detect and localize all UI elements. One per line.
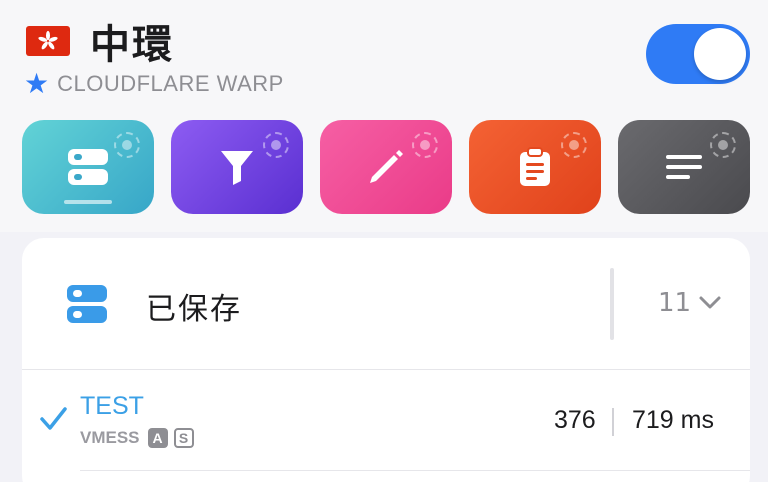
tile-edit[interactable] — [320, 120, 452, 214]
badge-s: S — [173, 428, 194, 448]
row-divider — [80, 470, 750, 471]
tile-filter[interactable] — [171, 120, 303, 214]
server-latency-ms: 719 ms — [632, 406, 714, 434]
pencil-icon — [370, 150, 403, 183]
page-title: 中環 — [90, 22, 174, 68]
tile-text[interactable] — [618, 120, 750, 214]
server-protocol: VMESS — [80, 428, 140, 447]
group-title: 已保存 — [146, 292, 242, 327]
server-row[interactable]: TEST VMESS A S 376 719 ms — [22, 370, 750, 471]
latency-separator — [612, 408, 614, 436]
tile-status-indicator — [412, 132, 438, 158]
chevron-down-icon[interactable] — [698, 294, 722, 312]
title-row: 中環 — [26, 12, 174, 70]
server-name: TEST — [80, 392, 144, 420]
server-meta: VMESS A S — [80, 428, 200, 448]
hong-kong-flag-icon — [26, 26, 70, 56]
subtitle-row: ★ CLOUDFLARE WARP — [24, 70, 284, 98]
group-header[interactable]: 已保存 11 — [22, 238, 750, 370]
server-list-card: 已保存 11 TEST VMESS A S 376 719 ms — [22, 238, 750, 482]
servers-icon — [68, 149, 108, 185]
header: 中環 ★ CLOUDFLARE WARP — [0, 0, 768, 232]
badge-a: A — [147, 428, 168, 448]
tile-servers[interactable] — [22, 120, 154, 214]
server-latency: 376 — [554, 406, 596, 434]
tile-status-indicator — [263, 132, 289, 158]
tile-status-indicator — [561, 132, 587, 158]
text-lines-icon — [666, 155, 702, 179]
checkmark-icon — [40, 407, 67, 430]
group-count: 11 — [658, 288, 692, 318]
filter-icon — [221, 151, 253, 185]
tile-status-indicator — [114, 132, 140, 158]
star-icon: ★ — [24, 67, 50, 100]
toggle-knob — [694, 28, 746, 80]
tile-bar — [22, 120, 750, 214]
clipboard-icon — [520, 147, 550, 186]
tile-status-indicator — [710, 132, 736, 158]
selected-indicator — [64, 200, 112, 204]
subtitle: CLOUDFLARE WARP — [57, 71, 284, 96]
divider — [610, 268, 614, 340]
servers-icon — [67, 285, 107, 323]
tile-clipboard[interactable] — [469, 120, 601, 214]
vpn-toggle[interactable] — [646, 24, 750, 84]
